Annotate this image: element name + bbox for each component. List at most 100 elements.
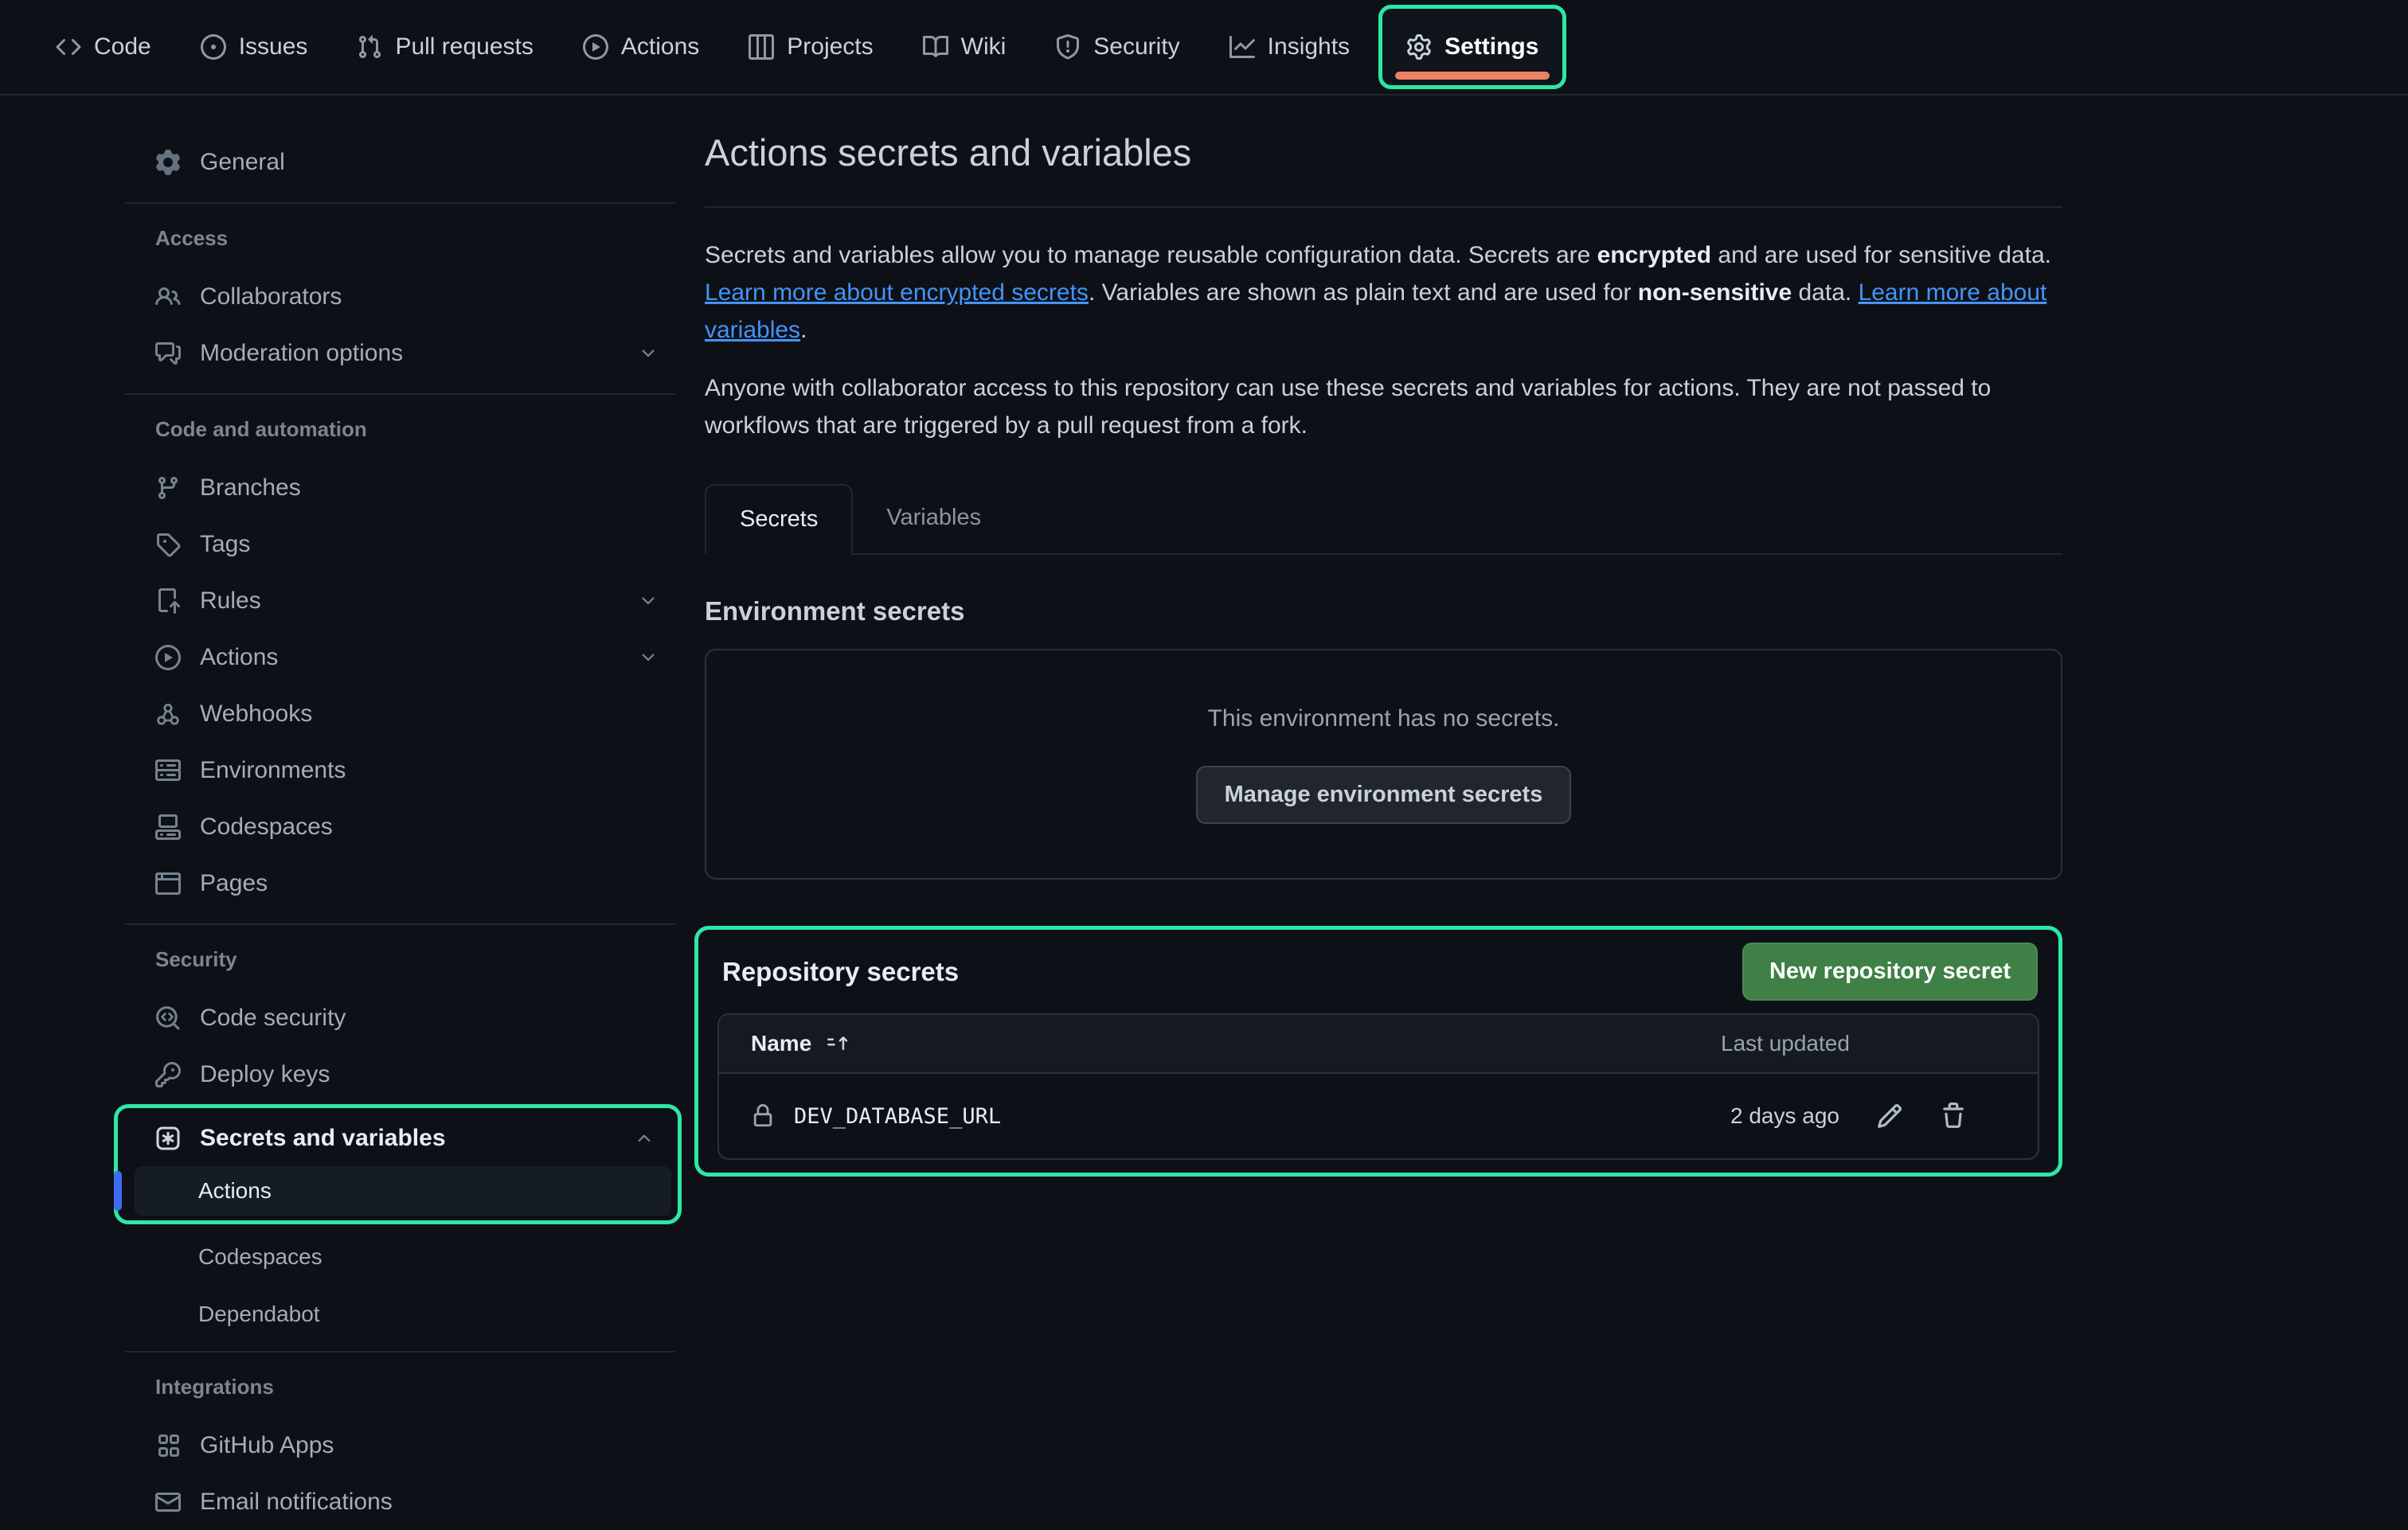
environment-secrets-box: This environment has no secrets. Manage … — [705, 649, 2062, 880]
book-icon — [923, 34, 948, 60]
sidebar-item-general[interactable]: General — [125, 134, 675, 190]
tab-settings[interactable]: Settings — [1378, 5, 1566, 89]
tab-actions[interactable]: Actions — [562, 7, 720, 87]
sidebar-item-deploy-keys[interactable]: Deploy keys — [125, 1046, 675, 1103]
sidebar-item-label: GitHub Apps — [200, 1432, 334, 1459]
tab-insights[interactable]: Insights — [1209, 7, 1370, 87]
play-icon — [155, 645, 181, 670]
sidebar-item-label: Email notifications — [200, 1489, 393, 1516]
selected-accent-bar — [114, 1171, 122, 1211]
intro-text: and are used for sensitive data. — [1711, 242, 2051, 268]
chevron-down-icon — [639, 648, 658, 667]
tab-variables[interactable]: Variables — [853, 484, 1014, 553]
chevron-down-icon — [639, 591, 658, 611]
apps-icon — [155, 1433, 181, 1458]
tab-security[interactable]: Security — [1034, 7, 1200, 87]
sidebar-item-rules[interactable]: Rules — [125, 572, 675, 629]
lock-icon — [751, 1104, 775, 1128]
sidebar-item-label: Moderation options — [200, 340, 403, 367]
sidebar-item-branches[interactable]: Branches — [125, 459, 675, 516]
sidebar-item-webhooks[interactable]: Webhooks — [125, 685, 675, 742]
rules-icon — [155, 588, 181, 614]
codescan-icon — [155, 1005, 181, 1031]
last-updated-value: 2 days ago — [1730, 1103, 1839, 1129]
settings-active-underline — [1395, 72, 1550, 80]
page-title: Actions secrets and variables — [705, 131, 2062, 208]
key-icon — [155, 1062, 181, 1087]
sidebar-item-label: Tags — [200, 531, 250, 558]
tab-label: Actions — [621, 33, 699, 60]
gear-icon — [155, 150, 181, 175]
sidebar-item-environments[interactable]: Environments — [125, 742, 675, 798]
tab-wiki[interactable]: Wiki — [902, 7, 1027, 87]
repo-tab-bar: Code Issues Pull requests Actions Projec… — [0, 0, 2408, 96]
intro-text: data. — [1792, 279, 1858, 306]
delete-secret-button[interactable] — [1940, 1103, 1967, 1130]
tab-label: Projects — [787, 33, 873, 60]
issue-opened-icon — [201, 34, 226, 60]
new-repository-secret-button[interactable]: New repository secret — [1742, 943, 2038, 1001]
settings-sidebar: General Access Collaborators Moderation … — [125, 96, 675, 1530]
tab-label: Issues — [239, 33, 308, 60]
settings-content: Actions secrets and variables Secrets an… — [705, 96, 2062, 1177]
link-encrypted-secrets[interactable]: Learn more about encrypted secrets — [705, 279, 1089, 306]
gear-icon — [1406, 34, 1432, 60]
tab-pull-requests[interactable]: Pull requests — [336, 7, 553, 87]
sidebar-item-codespaces[interactable]: Codespaces — [125, 798, 675, 855]
sidebar-subitem-label: Codespaces — [198, 1244, 322, 1270]
sidebar-item-moderation-options[interactable]: Moderation options — [125, 325, 675, 381]
sidebar-item-label: Webhooks — [200, 701, 312, 728]
edit-secret-button[interactable] — [1876, 1103, 1903, 1130]
intro-bold-non-sensitive: non-sensitive — [1638, 279, 1792, 306]
column-header-name[interactable]: Name — [751, 1031, 1703, 1056]
repository-secrets-table: Name Last updated DEV_DATABASE_URL 2 day… — [717, 1013, 2039, 1160]
sidebar-subitem-actions[interactable]: Actions — [135, 1166, 671, 1216]
secret-name: DEV_DATABASE_URL — [794, 1104, 1001, 1129]
table-header-row: Name Last updated — [719, 1015, 2038, 1074]
tab-label: Settings — [1444, 33, 1538, 60]
sidebar-subitem-dependabot[interactable]: Dependabot — [135, 1290, 675, 1339]
environment-empty-text: This environment has no secrets. — [1208, 705, 1560, 732]
sidebar-item-github-apps[interactable]: GitHub Apps — [125, 1417, 675, 1473]
graph-icon — [1229, 34, 1255, 60]
chevron-down-icon — [639, 344, 658, 363]
table-icon — [749, 34, 774, 60]
git-branch-icon — [155, 475, 181, 501]
sidebar-divider — [125, 202, 675, 204]
sidebar-item-secrets-and-variables[interactable]: Secrets and variables — [125, 1110, 671, 1166]
sidebar-subitem-codespaces[interactable]: Codespaces — [135, 1232, 675, 1282]
intro-text: Secrets and variables allow you to manag… — [705, 242, 1597, 268]
sidebar-item-email-notifications[interactable]: Email notifications — [125, 1473, 675, 1530]
tab-code[interactable]: Code — [35, 7, 172, 87]
tab-secrets[interactable]: Secrets — [705, 484, 853, 555]
sidebar-item-label: Deploy keys — [200, 1061, 330, 1088]
manage-environment-secrets-button[interactable]: Manage environment secrets — [1196, 766, 1572, 824]
browser-icon — [155, 871, 181, 896]
sidebar-divider — [125, 923, 675, 925]
sidebar-section-integrations: Integrations — [125, 1375, 675, 1399]
tab-issues[interactable]: Issues — [180, 7, 329, 87]
annotation-repository-secrets-highlight: Repository secrets New repository secret… — [694, 926, 2062, 1177]
sort-ascending-icon — [827, 1033, 848, 1054]
sidebar-section-code-automation: Code and automation — [125, 417, 675, 442]
environment-secrets-heading: Environment secrets — [705, 596, 2062, 626]
mail-icon — [155, 1489, 181, 1515]
sidebar-item-label: Branches — [200, 474, 301, 502]
tab-label: Wiki — [961, 33, 1007, 60]
sidebar-item-collaborators[interactable]: Collaborators — [125, 268, 675, 325]
tab-projects[interactable]: Projects — [728, 7, 893, 87]
sidebar-item-label: General — [200, 149, 285, 176]
sidebar-item-tags[interactable]: Tags — [125, 516, 675, 572]
sidebar-item-pages[interactable]: Pages — [125, 855, 675, 911]
sidebar-item-actions[interactable]: Actions — [125, 629, 675, 685]
sidebar-divider — [125, 1351, 675, 1352]
intro-text: . Variables are shown as plain text and … — [1089, 279, 1638, 306]
shield-icon — [1055, 34, 1081, 60]
sidebar-item-label: Collaborators — [200, 283, 342, 310]
sidebar-item-label: Pages — [200, 870, 268, 897]
annotation-secrets-and-variables-highlight: Secrets and variables Actions — [114, 1104, 682, 1224]
secret-name-cell: DEV_DATABASE_URL — [751, 1104, 1703, 1129]
intro-paragraph-2: Anyone with collaborator access to this … — [705, 369, 2062, 444]
sidebar-item-code-security[interactable]: Code security — [125, 989, 675, 1046]
sidebar-item-label: Environments — [200, 757, 346, 784]
